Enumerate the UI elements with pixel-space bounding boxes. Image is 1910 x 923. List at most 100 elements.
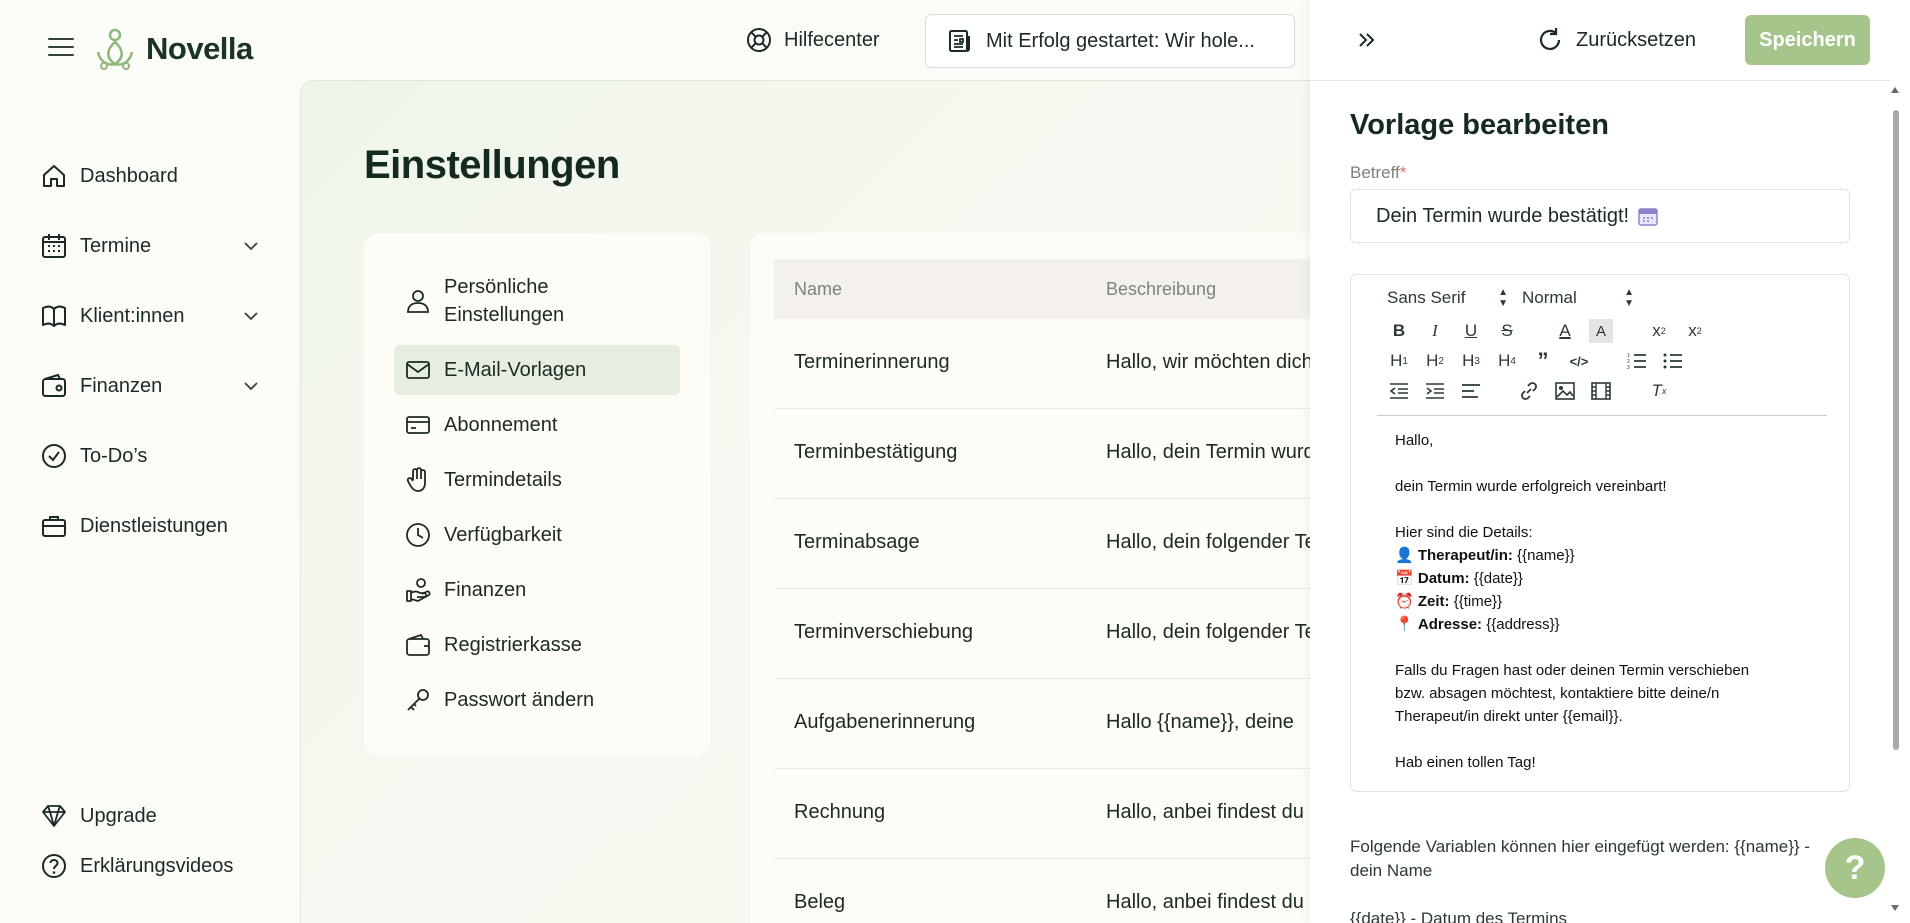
chevron-down-icon[interactable] <box>242 377 260 395</box>
help-circle-icon <box>42 854 66 878</box>
sidebar-item-erklaerungsvideos[interactable]: Erklärungsvideos <box>40 846 260 886</box>
editor-content[interactable]: Hallo, dein Termin wurde erfolgreich ver… <box>1395 429 1815 774</box>
lotus-logo-icon <box>96 28 134 70</box>
required-marker: * <box>1399 163 1407 182</box>
sidebar-item-dashboard[interactable]: Dashboard <box>40 156 260 196</box>
code-block-icon[interactable]: </> <box>1567 349 1591 373</box>
home-icon <box>43 165 65 187</box>
outdent-icon[interactable] <box>1387 379 1411 403</box>
subject-label: Betreff* <box>1350 163 1406 183</box>
align-left-icon[interactable] <box>1459 379 1483 403</box>
wallet-icon <box>42 373 66 397</box>
video-icon[interactable] <box>1589 379 1613 403</box>
background-color-icon[interactable]: A <box>1589 319 1613 343</box>
select-arrows-icon: ▲ ▼ <box>1498 287 1508 309</box>
template-name: Terminverschiebung <box>794 621 973 643</box>
drawer-title: Vorlage bearbeiten <box>1350 109 1609 141</box>
sidebar-item-label: Termine <box>80 234 152 257</box>
table-row[interactable]: Rechnung Hallo, anbei findest du <box>774 769 1320 859</box>
body-line: dein Termin wurde erfolgreich vereinbart… <box>1395 478 1667 495</box>
sidebar-item-todos[interactable]: To-Do’s <box>40 436 260 476</box>
user-icon <box>407 290 429 313</box>
sidebar: Dashboard Termine Klient:innen Finanzen … <box>0 80 300 923</box>
indent-icon[interactable] <box>1423 379 1447 403</box>
logo-text: Novella <box>146 31 253 66</box>
font-family-select[interactable]: Sans Serif ▲ ▼ <box>1387 287 1522 309</box>
template-description: Hallo, anbei findest du <box>1106 891 1304 913</box>
table-row[interactable]: Beleg Hallo, anbei findest du <box>774 859 1320 923</box>
clear-format-icon[interactable]: Tx <box>1647 379 1671 403</box>
detail-adresse: 📍 Adresse: {{address}} <box>1395 616 1560 633</box>
help-fab-button[interactable]: ? <box>1825 838 1885 898</box>
text-color-icon[interactable]: A <box>1553 319 1577 343</box>
sidebar-item-dienstleistungen[interactable]: Dienstleistungen <box>40 506 260 546</box>
table-header: Name Beschreibung <box>774 259 1320 319</box>
body-contact-line: Therapeut/in direkt unter {{email}}. <box>1395 708 1623 725</box>
heading-2-icon[interactable]: H2 <box>1423 349 1447 373</box>
ordered-list-icon[interactable]: 123 <box>1625 349 1649 373</box>
table-row[interactable]: Terminverschiebung Hallo, dein folgender… <box>774 589 1320 679</box>
bullet-list-icon[interactable] <box>1661 349 1685 373</box>
chevron-down-icon[interactable] <box>242 307 260 325</box>
subscript-icon[interactable]: x2 <box>1683 319 1707 343</box>
menu-item-verfuegbarkeit[interactable]: Verfügbarkeit <box>394 510 680 560</box>
table-row[interactable]: Terminabsage Hallo, dein folgender Termi… <box>774 499 1320 589</box>
page-title: Einstellungen <box>364 143 620 187</box>
menu-item-abonnement[interactable]: Abonnement <box>394 400 680 450</box>
body-greeting: Hallo, <box>1395 432 1434 449</box>
template-description: Hallo, wir möchten dich <box>1106 351 1313 373</box>
italic-icon[interactable]: I <box>1423 319 1447 343</box>
scroll-up-arrow-icon[interactable] <box>1890 86 1900 94</box>
editor-toolbar-row: Tx <box>1387 379 1683 403</box>
sidebar-item-klientinnen[interactable]: Klient:innen <box>40 296 260 336</box>
menu-item-label: Verfügbarkeit <box>444 524 562 546</box>
reset-button[interactable]: Zurücksetzen <box>1536 22 1696 58</box>
table-row[interactable]: Aufgabenerinnerung Hallo {{name}}, deine <box>774 679 1320 769</box>
menu-item-registrierkasse[interactable]: Registrierkasse <box>394 620 680 670</box>
subject-input[interactable]: Dein Termin wurde bestätigt! <box>1350 189 1850 243</box>
top-bar: Novella Hilfecenter Mit Erfolg gestartet… <box>0 0 1310 80</box>
heading-3-icon[interactable]: H3 <box>1459 349 1483 373</box>
sidebar-item-finanzen[interactable]: Finanzen <box>40 366 260 406</box>
drawer-body: Vorlage bearbeiten Betreff* Dein Termin … <box>1310 80 1890 923</box>
superscript-icon[interactable]: x2 <box>1647 319 1671 343</box>
chevron-down-icon[interactable] <box>242 237 260 255</box>
help-center-link[interactable]: Hilfecenter <box>746 24 880 56</box>
table-row[interactable]: Terminbestätigung Hallo, dein Termin wur… <box>774 409 1320 499</box>
sidebar-item-label: Dienstleistungen <box>80 514 228 537</box>
save-button[interactable]: Speichern <box>1745 15 1870 65</box>
strikethrough-icon[interactable]: S <box>1495 319 1519 343</box>
variable-date-desc: {{date}} - Datum des Termins <box>1350 909 1568 923</box>
menu-icon[interactable] <box>48 38 74 62</box>
heading-4-icon[interactable]: H4 <box>1495 349 1519 373</box>
main-content: Einstellungen Persönliche Einstellungen … <box>300 80 1320 923</box>
hand-icon <box>406 467 426 492</box>
menu-item-email-vorlagen[interactable]: E-Mail-Vorlagen <box>394 345 680 395</box>
pin-emoji-icon: 📍 <box>1395 616 1414 633</box>
link-icon[interactable] <box>1517 379 1541 403</box>
scroll-thumb[interactable] <box>1893 110 1899 750</box>
menu-item-finanzen[interactable]: Finanzen <box>394 565 680 615</box>
key-icon <box>407 689 429 711</box>
check-circle-icon <box>42 444 66 468</box>
image-icon[interactable] <box>1553 379 1577 403</box>
variables-intro: Folgende Variablen können hier eingefügt… <box>1350 837 1810 856</box>
font-size-select[interactable]: Normal ▲ ▼ <box>1522 287 1634 309</box>
menu-item-passwort-aendern[interactable]: Passwort ändern <box>394 675 680 725</box>
logo[interactable]: Novella <box>96 28 253 70</box>
menu-item-label: Finanzen <box>444 579 527 601</box>
scroll-down-arrow-icon[interactable] <box>1890 904 1900 912</box>
menu-item-label: Registrierkasse <box>444 634 582 656</box>
underline-icon[interactable]: U <box>1459 319 1483 343</box>
menu-item-persoenliche-einstellungen[interactable]: Persönliche Einstellungen <box>394 273 680 329</box>
blockquote-icon[interactable]: ” <box>1531 348 1555 373</box>
news-banner-button[interactable]: Mit Erfolg gestartet: Wir hole... <box>925 14 1295 68</box>
table-row[interactable]: Terminerinnerung Hallo, wir möchten dich <box>774 319 1320 409</box>
sidebar-item-upgrade[interactable]: Upgrade <box>40 796 260 836</box>
collapse-drawer-button[interactable] <box>1352 26 1380 54</box>
sidebar-item-termine[interactable]: Termine <box>40 226 260 266</box>
menu-item-termindetails[interactable]: Termindetails <box>394 455 680 505</box>
detail-therapeut: 👤 Therapeut/in: {{name}} <box>1395 547 1575 564</box>
heading-1-icon[interactable]: H1 <box>1387 349 1411 373</box>
bold-icon[interactable]: B <box>1387 319 1411 343</box>
